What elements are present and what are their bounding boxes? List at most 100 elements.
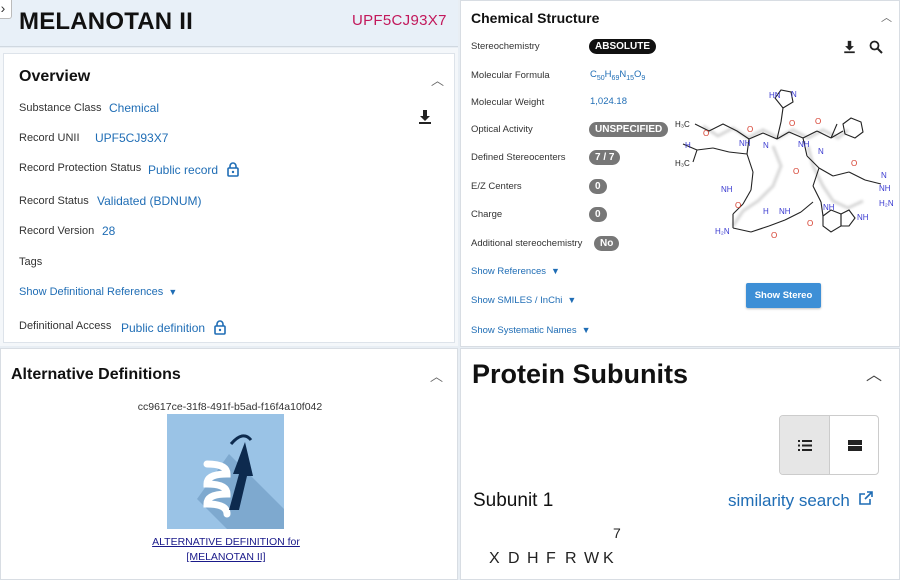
subunit-title: Subunit 1 — [473, 490, 554, 511]
ez-centers-badge: 0 — [589, 179, 607, 194]
protein-subunits-title: Protein Subunits — [472, 359, 688, 389]
record-status-label: Record Status — [19, 195, 89, 207]
atom-label: H — [763, 207, 769, 216]
similarity-search-link[interactable]: similarity search — [728, 491, 873, 511]
show-smiles-label: Show SMILES / InChi — [471, 295, 563, 306]
residue: W — [584, 550, 600, 567]
stereochemistry-label: Stereochemistry — [471, 41, 540, 52]
chevron-right-icon: › — [0, 0, 6, 16]
atom-label: N — [881, 171, 887, 180]
chemical-structure-title: Chemical Structure — [471, 10, 600, 26]
show-references-toggle[interactable]: Show References ▼ — [471, 266, 560, 277]
chevron-up-icon: ︿ — [431, 73, 445, 88]
record-unii-label: Record UNII — [19, 132, 80, 144]
alternative-definition-id: cc9617ce-31f8-491f-b5ad-f16f4a10f042 — [137, 401, 323, 413]
overview-title: Overview — [19, 68, 91, 85]
unii-code: UPF5CJ93X7 — [352, 12, 447, 29]
atom-label: H₃C — [675, 120, 690, 129]
collapse-protein-button[interactable]: ︿ — [866, 361, 882, 385]
chemical-structure-panel: Chemical Structure ︿ Stereochemistry ABS… — [460, 0, 900, 347]
atom-label: NH — [879, 184, 891, 193]
caret-down-icon: ▼ — [581, 325, 591, 336]
record-version-label: Record Version — [19, 225, 95, 237]
alternative-definition-thumbnail[interactable] — [167, 414, 284, 529]
public-definition-link[interactable]: Public definition — [121, 321, 205, 335]
collapse-chemical-button[interactable]: ︿ — [881, 9, 892, 25]
atom-label: O — [807, 219, 813, 228]
table-view-button[interactable] — [830, 416, 878, 474]
charge-badge: 0 — [589, 207, 607, 222]
collapse-alternative-button[interactable]: ︿ — [430, 366, 443, 385]
atom-label: O — [771, 231, 777, 240]
alternative-definitions-title: Alternative Definitions — [11, 366, 181, 383]
residue: R — [565, 550, 578, 567]
sequence-display: XDHFRWK — [489, 550, 622, 568]
atom-label: HN — [769, 91, 781, 100]
substance-class-label: Substance Class — [19, 102, 102, 114]
stereochemistry-badge: ABSOLUTE — [589, 39, 656, 54]
table-icon — [848, 440, 862, 451]
show-stereo-button[interactable]: Show Stereo — [746, 283, 821, 308]
external-link-icon — [858, 491, 873, 505]
alternative-definitions-panel: Alternative Definitions ︿ cc9617ce-31f8-… — [0, 348, 458, 580]
lock-icon — [214, 320, 227, 338]
similarity-search-label: similarity search — [728, 491, 850, 510]
sidebar-toggle-button[interactable]: › — [0, 0, 12, 19]
list-view-button[interactable] — [780, 416, 830, 474]
definitional-access-label: Definitional Access — [19, 320, 112, 332]
page-title: MELANOTAN II — [19, 8, 193, 35]
record-unii-link[interactable]: UPF5CJ93X7 — [95, 131, 168, 145]
show-definitional-references-toggle[interactable]: Show Definitional References ▼ — [19, 286, 177, 298]
atom-label: H₂N — [715, 227, 730, 236]
show-systematic-names-toggle[interactable]: Show Systematic Names ▼ — [471, 325, 591, 336]
search-structure-button[interactable] — [869, 40, 883, 59]
tags-label: Tags — [19, 256, 43, 268]
caret-down-icon: ▼ — [550, 266, 560, 277]
residue: D — [508, 550, 521, 567]
alternative-definition-link-line2: [MELANOTAN II] — [186, 551, 266, 563]
optical-activity-label: Optical Activity — [471, 124, 533, 135]
optical-activity-badge: UNSPECIFIED — [589, 122, 669, 137]
show-references-label: Show References — [471, 266, 546, 277]
download-button[interactable] — [418, 109, 432, 130]
title-panel: › MELANOTAN II UPF5CJ93X7 — [0, 0, 458, 47]
alternative-definition-link-line1: ALTERNATIVE DEFINITION for — [152, 536, 300, 548]
defined-stereocenters-label: Defined Stereocenters — [471, 152, 566, 163]
chevron-up-icon: ︿ — [430, 369, 444, 384]
protection-status-label: Record Protection Status — [19, 162, 142, 174]
download-icon — [844, 40, 855, 54]
record-version-link[interactable]: 28 — [102, 224, 115, 238]
search-icon — [869, 40, 883, 54]
atom-label: O — [851, 159, 857, 168]
download-structure-button[interactable] — [843, 40, 856, 59]
molecular-weight-value: 1,024.18 — [590, 96, 627, 107]
residue: K — [603, 550, 615, 567]
residue: X — [489, 550, 501, 567]
view-mode-toggle[interactable] — [779, 415, 879, 475]
residue: F — [546, 550, 557, 567]
atom-label: N — [791, 90, 797, 99]
molecular-weight-label: Molecular Weight — [471, 97, 545, 108]
atom-label: NH — [721, 185, 733, 194]
record-status-link[interactable]: Validated (BDNUM) — [97, 194, 201, 208]
additional-stereochemistry-label: Additional stereochemistry — [471, 238, 583, 249]
collapse-overview-button[interactable]: ︿ — [431, 70, 444, 89]
protein-subunits-panel: Protein Subunits ︿ Subunit 1 similarity … — [460, 348, 900, 580]
protection-status: Public record — [148, 162, 240, 180]
atom-label: O — [703, 129, 709, 138]
show-smiles-toggle[interactable]: Show SMILES / InChi ▼ — [471, 295, 576, 306]
atom-label: H₂N — [879, 199, 894, 208]
substance-class-link[interactable]: Chemical — [109, 101, 159, 115]
molecule-structure-image[interactable]: HN N H₃C H₃C H NH N NH N NH N H₂N NH NH … — [673, 86, 898, 261]
overview-panel: Overview ︿ Substance Class Chemical Reco… — [0, 48, 458, 346]
overview-card: Overview ︿ Substance Class Chemical Reco… — [3, 53, 455, 343]
atom-label: NH — [779, 207, 791, 216]
ez-centers-label: E/Z Centers — [471, 181, 522, 192]
definitional-access: Public definition — [121, 320, 227, 338]
public-record-link[interactable]: Public record — [148, 163, 218, 177]
chevron-up-icon: ︿ — [881, 12, 892, 24]
caret-down-icon: ▼ — [567, 295, 577, 306]
atom-label: NH — [857, 213, 869, 222]
atom-label: H — [685, 141, 691, 150]
alternative-definition-link[interactable]: ALTERNATIVE DEFINITION for [MELANOTAN II… — [1, 535, 451, 565]
